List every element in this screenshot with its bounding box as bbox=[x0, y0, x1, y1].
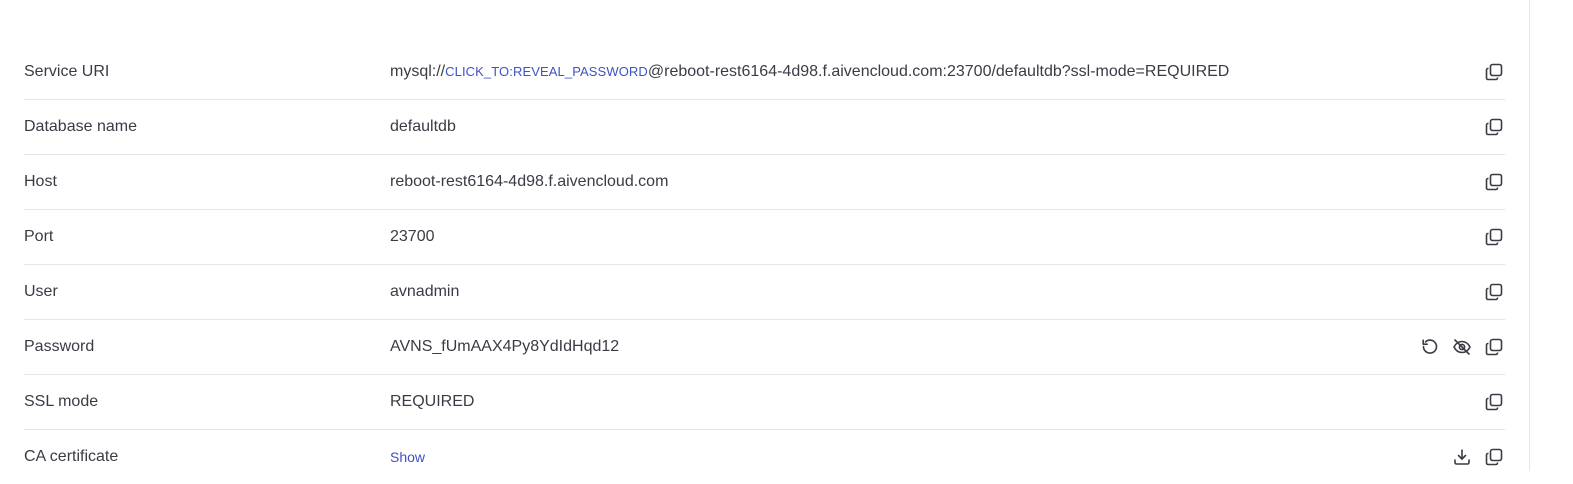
copy-icon[interactable] bbox=[1483, 171, 1505, 193]
eye-off-icon[interactable] bbox=[1451, 336, 1473, 358]
service-uri-scheme: mysql:// bbox=[390, 63, 446, 80]
user-actions bbox=[1483, 265, 1505, 319]
service-uri-actions bbox=[1483, 45, 1505, 99]
ca-certificate-actions bbox=[1451, 430, 1505, 484]
service-uri-host: @reboot-rest6164-4d98.f.aivencloud.com:2… bbox=[647, 63, 1230, 80]
panel-divider bbox=[1529, 0, 1530, 471]
password-label: Password bbox=[24, 338, 95, 355]
reveal-password-link[interactable]: CLICK_TO:REVEAL_PASSWORD bbox=[445, 64, 648, 79]
database-name-label: Database name bbox=[24, 118, 137, 135]
copy-icon[interactable] bbox=[1483, 446, 1505, 468]
host-label: Host bbox=[24, 173, 57, 190]
row-user: User avnadmin bbox=[24, 265, 1505, 320]
row-host: Host reboot-rest6164-4d98.f.aivencloud.c… bbox=[24, 155, 1505, 210]
password-actions bbox=[1419, 320, 1505, 374]
row-service-uri: Service URI mysql://CLICK_TO:REVEAL_PASS… bbox=[24, 45, 1505, 100]
service-uri-value: mysql://CLICK_TO:REVEAL_PASSWORD@reboot-… bbox=[390, 63, 1229, 81]
copy-icon[interactable] bbox=[1483, 61, 1505, 83]
row-database-name: Database name defaultdb bbox=[24, 100, 1505, 155]
row-port: Port 23700 bbox=[24, 210, 1505, 265]
copy-icon[interactable] bbox=[1483, 226, 1505, 248]
row-ssl-mode: SSL mode REQUIRED bbox=[24, 375, 1505, 430]
copy-icon[interactable] bbox=[1483, 391, 1505, 413]
ssl-mode-label: SSL mode bbox=[24, 393, 99, 410]
port-label: Port bbox=[24, 228, 54, 245]
user-label: User bbox=[24, 283, 58, 300]
port-value: 23700 bbox=[390, 228, 435, 245]
user-value: avnadmin bbox=[390, 283, 460, 300]
copy-icon[interactable] bbox=[1483, 281, 1505, 303]
database-name-value: defaultdb bbox=[390, 118, 456, 135]
password-value: AVNS_fUmAAX4Py8YdIdHqd12 bbox=[390, 338, 620, 355]
copy-icon[interactable] bbox=[1483, 116, 1505, 138]
ca-certificate-label: CA certificate bbox=[24, 448, 119, 465]
database-name-actions bbox=[1483, 100, 1505, 154]
connection-info-panel: Service URI mysql://CLICK_TO:REVEAL_PASS… bbox=[0, 0, 1529, 471]
reset-icon[interactable] bbox=[1419, 336, 1441, 358]
copy-icon[interactable] bbox=[1483, 336, 1505, 358]
download-icon[interactable] bbox=[1451, 446, 1473, 468]
ssl-mode-value: REQUIRED bbox=[390, 393, 475, 410]
row-ca-certificate: CA certificate Show bbox=[24, 430, 1505, 484]
service-uri-label: Service URI bbox=[24, 63, 110, 80]
row-password: Password AVNS_fUmAAX4Py8YdIdHqd12 bbox=[24, 320, 1505, 375]
ssl-mode-actions bbox=[1483, 375, 1505, 429]
port-actions bbox=[1483, 210, 1505, 264]
connection-info-list: Service URI mysql://CLICK_TO:REVEAL_PASS… bbox=[24, 45, 1505, 484]
host-value: reboot-rest6164-4d98.f.aivencloud.com bbox=[390, 173, 669, 190]
host-actions bbox=[1483, 155, 1505, 209]
show-certificate-link[interactable]: Show bbox=[390, 449, 425, 465]
